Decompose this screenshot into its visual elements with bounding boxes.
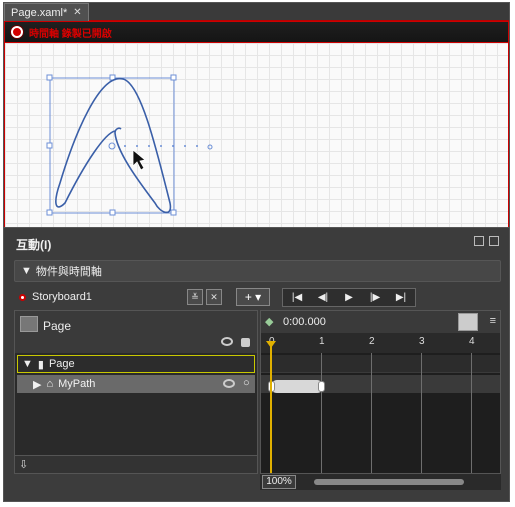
timeline-ruler[interactable]: 0 1 2 3 4: [261, 333, 500, 353]
artboard[interactable]: [4, 43, 509, 227]
storyboard-name: Storyboard1: [32, 291, 92, 303]
first-frame-button[interactable]: |◀: [285, 290, 309, 305]
mypath-shape: [55, 78, 172, 214]
playhead[interactable]: [270, 345, 272, 473]
expand-arrow-icon[interactable]: ▶: [33, 378, 41, 391]
tree-item-page[interactable]: ▼ ▮ Page: [17, 355, 255, 373]
artboard-canvas: [46, 74, 213, 216]
dock-icon[interactable]: [474, 236, 484, 246]
timeline-row-page: [261, 355, 500, 373]
move-down-icon[interactable]: ⇩: [19, 458, 28, 471]
tree-item-label: MyPath: [58, 378, 96, 390]
motion-dots: [124, 145, 198, 147]
last-frame-button[interactable]: ▶|: [389, 290, 413, 305]
tick-label: 3: [419, 336, 425, 347]
tick-label: 4: [469, 336, 475, 347]
lock-toggle-icon[interactable]: ○: [243, 377, 250, 389]
playback-controls: |◀ ◀| ▶ |▶ ▶|: [282, 287, 416, 307]
tick-label: 2: [369, 336, 375, 347]
gridline: [321, 353, 322, 473]
scope-up-icon[interactable]: [20, 316, 38, 332]
motion-end-point: [207, 144, 213, 150]
recording-status-text: 時間軸 錄製已開啟: [29, 28, 112, 40]
objects-timeline-header[interactable]: ▼ 物件與時間軸: [14, 260, 501, 282]
document-tab-label: Page.xaml*: [11, 6, 68, 19]
objects-tree: Page ▼ ▮ Page ▶ ⌂ MyPath ○ ⇩: [14, 310, 258, 474]
tick-label: 1: [319, 336, 325, 347]
path-element-icon: ⌂: [46, 378, 54, 390]
gridline: [371, 353, 372, 473]
tree-item-label: Page: [48, 358, 75, 370]
blend-window: Page.xaml* ✕ 時間軸 錄製已開啟 互動(I) ▼ 物件與時間軸 St…: [3, 2, 510, 502]
close-storyboard-icon[interactable]: ✕: [206, 289, 222, 305]
timeline-footer: 100%: [260, 474, 501, 490]
lock-icon[interactable]: [241, 338, 250, 347]
interaction-panel: 互動(I) ▼ 物件與時間軸 Storyboard1 ≚ ✕ + ▾ |◀ ◀|…: [4, 227, 509, 501]
collapse-arrow-icon[interactable]: ▼: [21, 265, 32, 277]
close-panel-icon[interactable]: [489, 236, 499, 246]
visibility-eye-icon[interactable]: [221, 337, 233, 346]
keyframe-end[interactable]: [318, 381, 325, 392]
next-frame-button[interactable]: |▶: [363, 290, 387, 305]
panel-title: 互動(I): [16, 238, 52, 252]
current-time: 0:00.000: [283, 316, 326, 328]
storyboard-row: Storyboard1 ≚ ✕ + ▾ |◀ ◀| ▶ |▶ ▶|: [14, 286, 501, 308]
timeline-time-row: ◆ 0:00.000 ≡: [261, 311, 500, 333]
previous-frame-button[interactable]: ◀|: [311, 290, 335, 305]
pivot-point: [108, 142, 116, 150]
zoom-level[interactable]: 100%: [262, 475, 296, 489]
ruler-icon[interactable]: ≡: [490, 315, 496, 327]
page-element-icon: ▮: [37, 358, 44, 371]
horizontal-scrollbar[interactable]: [314, 479, 464, 485]
gridline: [471, 353, 472, 473]
visibility-eye-icon[interactable]: [223, 379, 235, 388]
record-indicator-icon: [19, 293, 26, 301]
record-keyframe-icon[interactable]: ◆: [265, 315, 273, 328]
snapping-icon[interactable]: [458, 313, 478, 331]
scope-row[interactable]: Page: [15, 311, 257, 353]
play-button[interactable]: ▶: [337, 290, 361, 305]
scope-label: Page: [43, 319, 72, 333]
timeline[interactable]: ◆ 0:00.000 ≡ 0 1 2 3 4: [260, 310, 501, 474]
record-icon[interactable]: [11, 26, 23, 38]
document-tab-strip: Page.xaml* ✕: [4, 3, 509, 21]
close-icon[interactable]: ✕: [73, 7, 81, 18]
recording-banner: 時間軸 錄製已開啟: [4, 21, 509, 43]
expand-arrow-icon[interactable]: ▼: [22, 358, 33, 370]
tree-footer: ⇩: [15, 455, 257, 473]
add-storyboard-button[interactable]: + ▾: [236, 288, 270, 306]
gridline: [421, 353, 422, 473]
storyboard-options-icon[interactable]: ≚: [187, 289, 203, 305]
panel-window-controls: [474, 236, 499, 246]
storyboard-picker[interactable]: Storyboard1: [14, 288, 184, 306]
section-title: 物件與時間軸: [35, 266, 102, 278]
mouse-cursor-icon: [132, 149, 146, 171]
selection-handles: [46, 74, 177, 216]
keyframe-span: [271, 380, 323, 393]
tree-item-mypath[interactable]: ▶ ⌂ MyPath ○: [17, 375, 255, 393]
document-tab[interactable]: Page.xaml* ✕: [4, 3, 89, 21]
